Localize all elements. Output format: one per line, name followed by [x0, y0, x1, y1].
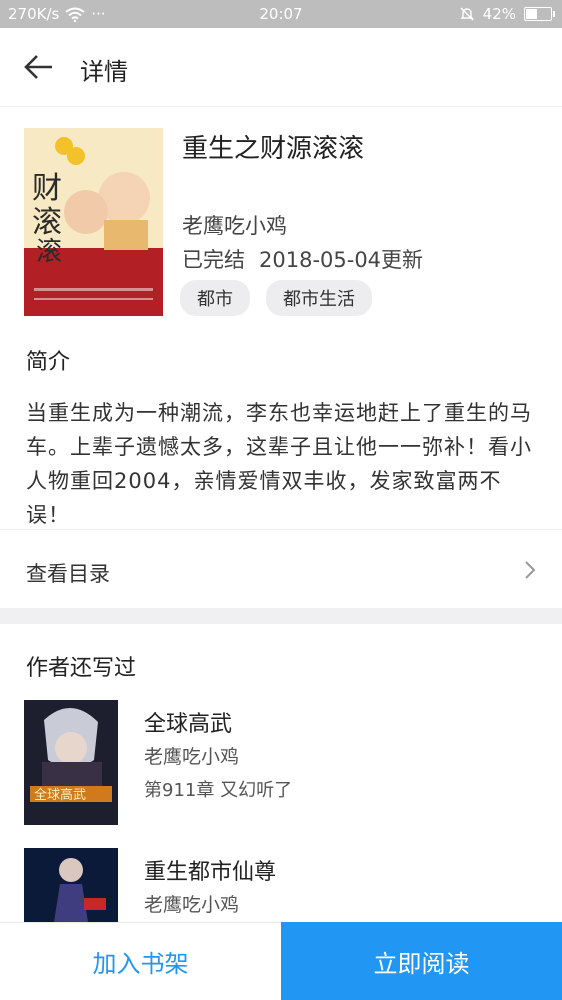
intro-heading: 简介 [26, 350, 71, 375]
status-bar: 270K/s ··· 20:07 42% [0, 0, 562, 28]
author-book-item[interactable]: 重生都市仙尊 老鹰吃小鸡 [24, 848, 544, 922]
author-book-item[interactable]: 全球高武 全球高武 老鹰吃小鸡 第911章 又幻听了 [24, 700, 544, 830]
svg-text:财: 财 [32, 171, 62, 206]
author-book-author: 老鹰吃小鸡 [144, 746, 240, 768]
intro-text: 当重生成为一种潮流，李东也幸运地赶上了重生的马车。上辈子遗憾太多，这辈子且让他一… [26, 401, 532, 527]
battery-level [526, 9, 537, 19]
author-book-latest-chapter: 第911章 又幻听了 [144, 780, 293, 801]
view-catalog-label: 查看目录 [26, 562, 110, 586]
book-cover: 财 滚 滚 [24, 128, 163, 316]
completion-status: 已完结 [182, 248, 245, 272]
book-thumbnail [24, 848, 118, 922]
author-book-title: 重生都市仙尊 [144, 860, 277, 885]
tag-chip[interactable]: 都市 [180, 280, 250, 316]
book-thumbnail: 全球高武 [24, 700, 118, 825]
chevron-right-icon [525, 561, 536, 579]
bottom-action-bar: 加入书架 立即阅读 [0, 922, 562, 1000]
tag-list: 都市 都市生活 [180, 280, 372, 316]
mute-bell-icon [459, 7, 474, 21]
back-arrow-icon[interactable] [24, 54, 54, 80]
book-status: 已完结 2018-05-04更新 [182, 244, 423, 274]
svg-text:全球高武: 全球高武 [34, 787, 86, 803]
author-book-author: 老鹰吃小鸡 [144, 894, 240, 916]
view-catalog-row[interactable]: 查看目录 [0, 530, 562, 608]
add-to-shelf-button[interactable]: 加入书架 [0, 922, 281, 1000]
page-title: 详情 [80, 58, 128, 86]
read-now-button[interactable]: 立即阅读 [281, 922, 562, 1000]
svg-text:滚: 滚 [32, 205, 62, 240]
battery-percent: 42% [482, 5, 516, 23]
update-date: 2018-05-04更新 [259, 248, 424, 272]
book-author[interactable]: 老鹰吃小鸡 [182, 210, 287, 240]
tag-chip[interactable]: 都市生活 [266, 280, 372, 316]
author-book-title: 全球高武 [144, 712, 233, 737]
top-app-bar: 详情 [0, 28, 562, 107]
battery-icon [524, 7, 555, 21]
book-title: 重生之财源滚滚 [182, 134, 365, 164]
svg-text:滚: 滚 [36, 237, 62, 267]
status-right: 42% [459, 5, 555, 23]
author-works-heading: 作者还写过 [26, 656, 137, 681]
section-separator [0, 608, 562, 624]
